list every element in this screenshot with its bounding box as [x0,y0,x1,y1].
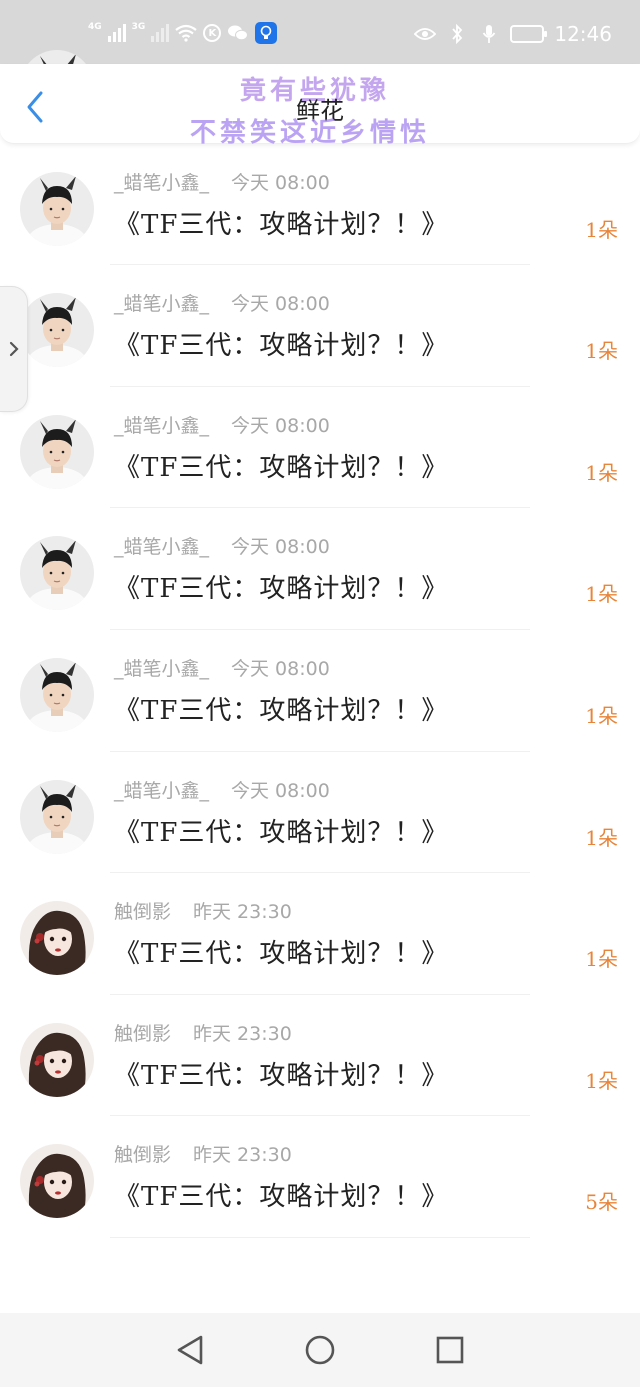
avatar[interactable] [20,414,94,489]
flower-list: 《TF三代：攻略计划？！》 1朵 _蜡笔小鑫_ 今天 08:00 《TF三代：攻略计划？… [0,50,640,1238]
item-meta: _蜡笔小鑫_ 今天 08:00 [114,168,330,195]
item-meta: 触倒影 昨天 23:30 [114,1140,292,1167]
avatar[interactable] [20,1144,94,1219]
timestamp: 今天 08:00 [231,414,330,437]
list-item[interactable]: 触倒影 昨天 23:30 《TF三代：攻略计划？！》 5朵 [0,1116,640,1238]
list-item[interactable]: 触倒影 昨天 23:30 《TF三代：攻略计划？！》 1朵 [0,995,640,1117]
nav-back-button[interactable] [170,1330,210,1370]
watermark-line-2: 不禁笑这近乡情怯 [190,118,431,148]
work-title[interactable]: 《TF三代：攻略计划？！》 [114,812,448,849]
author-name[interactable]: _蜡笔小鑫_ [114,654,209,681]
avatar[interactable] [20,779,94,854]
work-title[interactable]: 《TF三代：攻略计划？！》 [114,568,448,605]
chevron-right-icon [9,341,19,357]
item-meta: 触倒影 昨天 23:30 [114,1019,292,1046]
list-item[interactable]: _蜡笔小鑫_ 今天 08:00 《TF三代：攻略计划？！》 1朵 [0,387,640,509]
author-name[interactable]: _蜡笔小鑫_ [114,776,209,803]
avatar[interactable] [20,536,94,611]
work-title[interactable]: 《TF三代：攻略计划？！》 [114,933,448,970]
circle-home-icon [305,1335,335,1365]
author-name[interactable]: _蜡笔小鑫_ [114,411,209,438]
list-item[interactable]: _蜡笔小鑫_ 今天 08:00 《TF三代：攻略计划？！》 1朵 [0,752,640,874]
square-recent-icon [436,1336,464,1364]
nav-recent-button[interactable] [430,1330,470,1370]
flower-count: 1朵 [585,703,618,728]
nav-home-button[interactable] [300,1330,340,1370]
list-item[interactable]: 触倒影 昨天 23:30 《TF三代：攻略计划？！》 1朵 [0,873,640,995]
flower-count: 1朵 [585,947,618,972]
author-name[interactable]: _蜡笔小鑫_ [114,168,209,195]
timestamp: 今天 08:00 [231,657,330,680]
work-title[interactable]: 《TF三代：攻略计划？！》 [114,325,448,362]
author-name[interactable]: 触倒影 [114,897,171,924]
list-item[interactable]: _蜡笔小鑫_ 今天 08:00 《TF三代：攻略计划？！》 1朵 [0,630,640,752]
flower-count: 1朵 [585,460,618,485]
work-title[interactable]: 《TF三代：攻略计划？！》 [114,204,448,241]
avatar[interactable] [20,1022,94,1097]
flower-count: 1朵 [585,1068,618,1093]
triangle-back-icon [177,1335,203,1365]
item-meta: _蜡笔小鑫_ 今天 08:00 [114,289,330,316]
list-item[interactable]: _蜡笔小鑫_ 今天 08:00 《TF三代：攻略计划？！》 1朵 [0,265,640,387]
timestamp: 今天 08:00 [231,536,330,559]
flower-count: 1朵 [585,339,618,364]
work-title[interactable]: 《TF三代：攻略计划？！》 [114,1176,448,1213]
avatar[interactable] [20,901,94,976]
timestamp: 今天 08:00 [231,171,330,194]
timestamp: 昨天 23:30 [193,1022,292,1045]
work-title[interactable]: 《TF三代：攻略计划？！》 [114,690,448,727]
author-name[interactable]: 触倒影 [114,1019,171,1046]
flower-count: 5朵 [585,1190,618,1215]
timestamp: 今天 08:00 [231,779,330,802]
item-meta: _蜡笔小鑫_ 今天 08:00 [114,654,330,681]
avatar[interactable] [20,171,94,246]
work-title[interactable]: 《TF三代：攻略计划？！》 [114,447,448,484]
author-name[interactable]: _蜡笔小鑫_ [114,532,209,559]
work-title[interactable]: 《TF三代：攻略计划？！》 [114,1055,448,1092]
flower-count: 1朵 [585,582,618,607]
system-nav-bar [0,1313,640,1387]
app-header: 竟有些犹豫 鲜花 不禁笑这近乡情怯 [0,64,640,148]
author-name[interactable]: 触倒影 [114,1140,171,1167]
side-expand-tab[interactable] [0,286,28,412]
item-meta: _蜡笔小鑫_ 今天 08:00 [114,411,330,438]
item-meta: _蜡笔小鑫_ 今天 08:00 [114,776,330,803]
timestamp: 今天 08:00 [231,293,330,316]
author-name[interactable]: _蜡笔小鑫_ [114,289,209,316]
list-item[interactable]: _蜡笔小鑫_ 今天 08:00 《TF三代：攻略计划？！》 1朵 [0,144,640,266]
item-meta: _蜡笔小鑫_ 今天 08:00 [114,532,330,559]
flower-count: 1朵 [585,825,618,850]
item-meta: 触倒影 昨天 23:30 [114,897,292,924]
timestamp: 昨天 23:30 [193,901,292,924]
timestamp: 昨天 23:30 [193,1144,292,1167]
avatar[interactable] [20,657,94,732]
flower-count: 1朵 [585,217,618,242]
avatar[interactable] [20,293,94,368]
list-item[interactable]: _蜡笔小鑫_ 今天 08:00 《TF三代：攻略计划？！》 1朵 [0,508,640,630]
divider [110,1236,530,1238]
